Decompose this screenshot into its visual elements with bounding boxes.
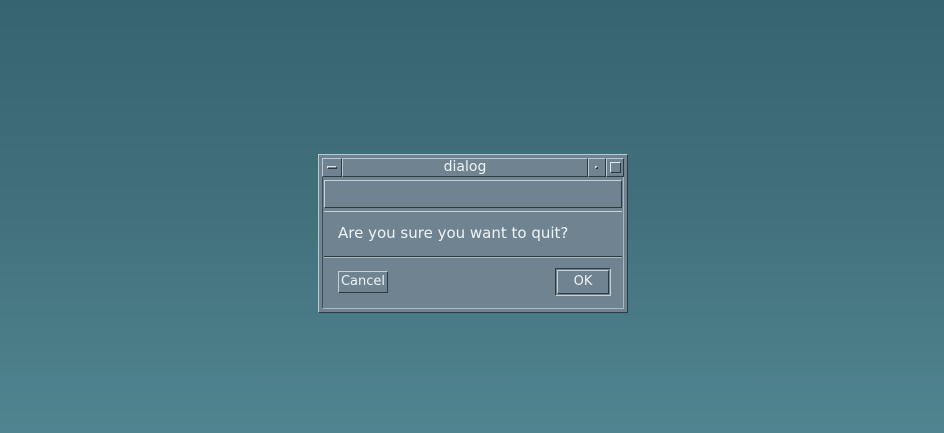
dialog-client-area: Are you sure you want to quit? Cancel OK — [324, 179, 622, 307]
window-titlebar[interactable]: dialog — [322, 158, 624, 177]
window-menu-icon — [327, 166, 337, 169]
minimize-button[interactable] — [588, 158, 606, 177]
minimize-icon — [595, 166, 598, 169]
window-menu-button[interactable] — [322, 158, 342, 177]
dialog-top-panel — [324, 180, 622, 208]
maximize-icon — [610, 162, 621, 173]
dialog-message: Are you sure you want to quit? — [338, 224, 569, 242]
window-title[interactable]: dialog — [342, 158, 588, 177]
desktop-background: dialog Are you sure you want to quit? Ca… — [0, 0, 944, 433]
maximize-button[interactable] — [606, 158, 624, 177]
ok-button[interactable]: OK — [557, 270, 609, 294]
separator — [324, 256, 622, 258]
dialog-window: dialog Are you sure you want to quit? Ca… — [318, 154, 628, 313]
message-area: Are you sure you want to quit? — [324, 211, 622, 256]
cancel-button[interactable]: Cancel — [338, 271, 388, 293]
